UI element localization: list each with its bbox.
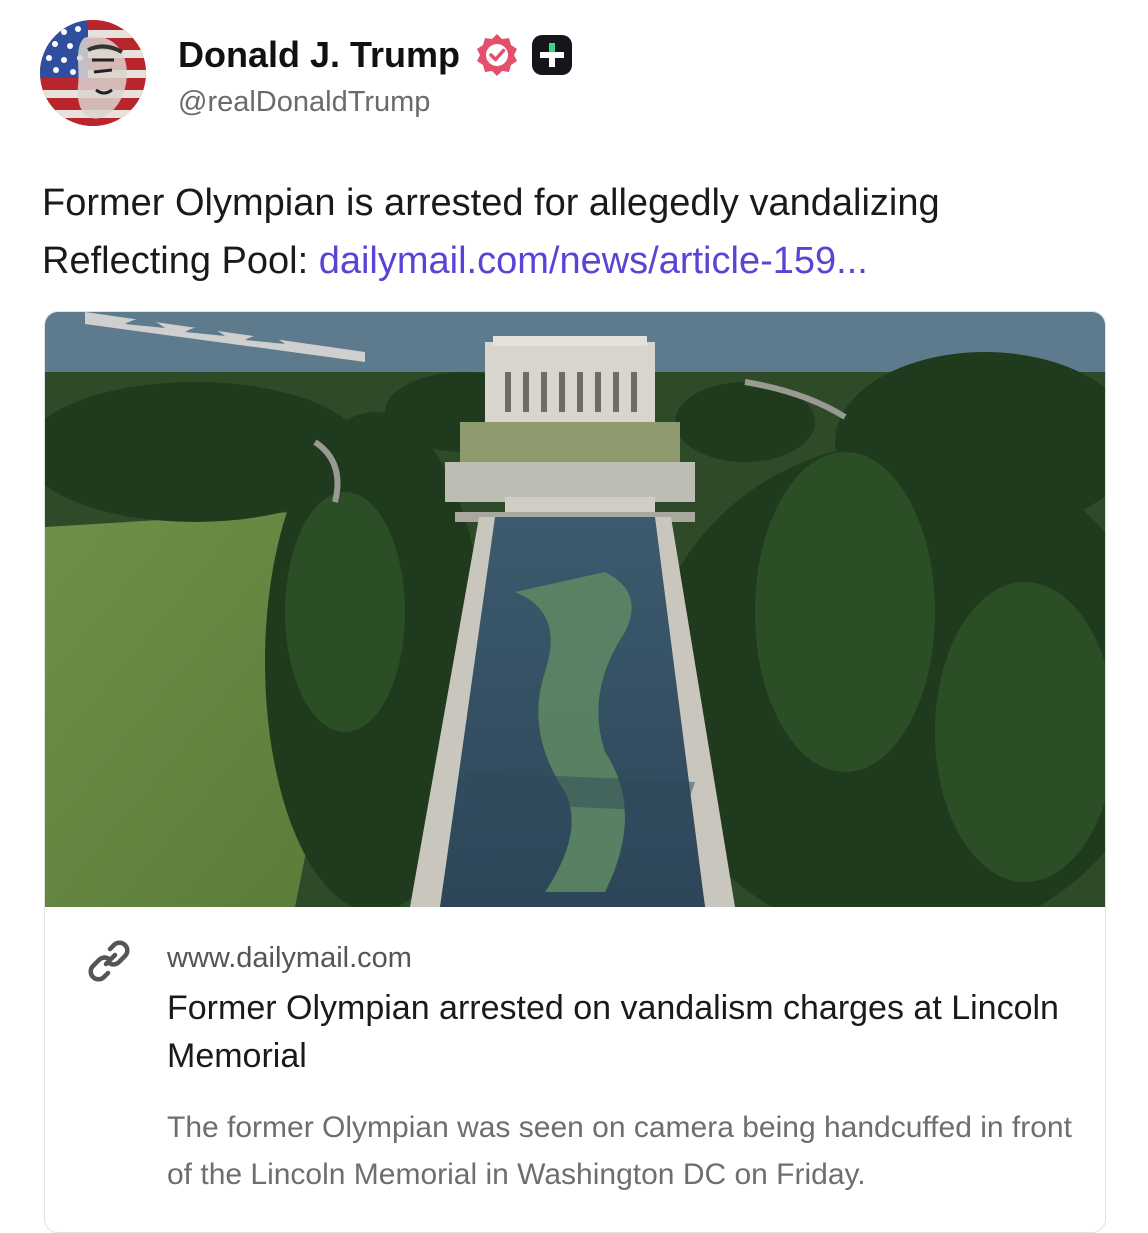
author-handle[interactable]: @realDonaldTrump [178,86,430,119]
post-link[interactable]: dailymail.com/news/article-159... [319,240,868,282]
card-domain: www.dailymail.com [167,942,412,974]
display-name[interactable]: Donald J. Trump [178,34,460,76]
card-description: The former Olympian was seen on camera b… [167,1111,1072,1191]
post-text: Former Olympian is arrested for allegedl… [42,174,1112,290]
link-icon [85,937,133,985]
verified-badge-icon [474,32,520,78]
post: Donald J. Trump @realDonaldTrump Former … [0,0,1148,1233]
avatar[interactable] [40,20,146,126]
card-title[interactable]: Former Olympian arrested on vandalism ch… [167,984,1067,1080]
plus-badge-icon [530,33,574,77]
link-preview-card[interactable]: www.dailymail.com Former Olympian arrest… [44,311,1106,1233]
card-image[interactable] [45,312,1105,907]
flag-portrait-avatar-icon [40,20,146,126]
author-name-row: Donald J. Trump [178,32,574,78]
